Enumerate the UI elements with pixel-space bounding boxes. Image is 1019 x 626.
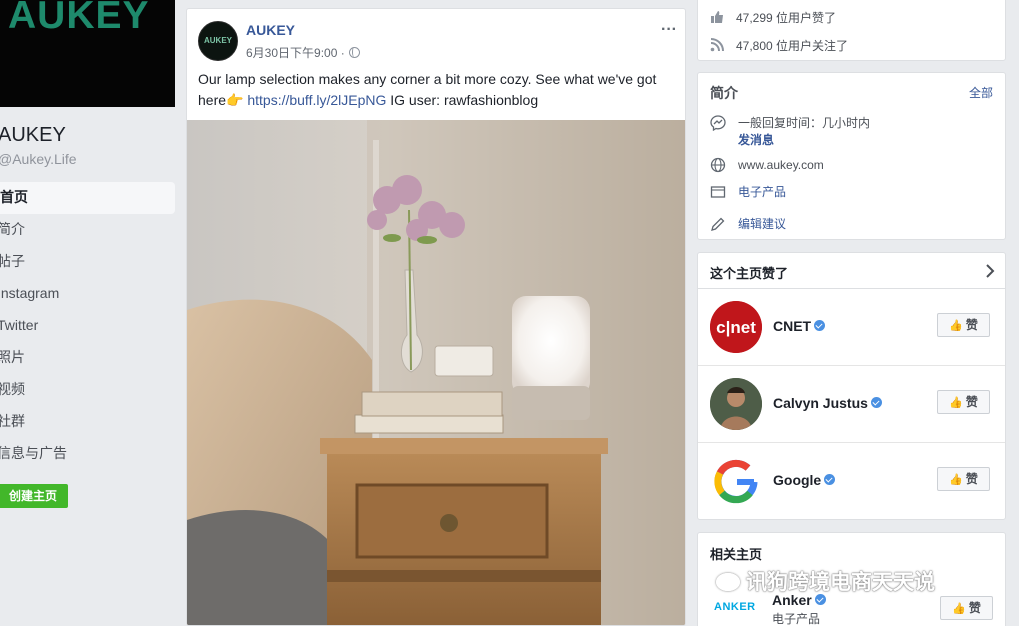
wechat-icon [716,573,740,591]
watermark: 讯狗跨境电商天天说 [716,566,935,596]
anker-logo[interactable]: ANKER [714,601,756,613]
category-link[interactable]: 电子产品 [738,184,786,200]
like-label: 赞 [968,601,981,615]
suggest-edits-link[interactable]: 编辑建议 [738,216,786,232]
liked-page-item[interactable]: c|net CNET 👍 赞 [698,289,1005,366]
globe-icon [348,47,360,58]
calvyn-avatar[interactable] [710,378,762,430]
globe-icon [710,157,726,173]
post-photo[interactable] [187,120,685,625]
send-message-link[interactable]: 发消息 [738,132,774,148]
post-author[interactable]: AUKEY [246,22,295,38]
category-icon [710,186,726,198]
liked-page-name[interactable]: Calvyn Justus [773,395,882,411]
create-page-button[interactable]: 创建主页 [0,484,68,508]
nav-item-instagram[interactable]: Instagram [0,278,175,310]
page-nav: 首页 简介 帖子 Instagram Twitter 照片 视频 社群 信息与广… [0,182,175,470]
cover-photo[interactable]: AUKEY [0,0,175,107]
liked-page-item[interactable]: Google 👍 赞 [698,443,1005,520]
post-link[interactable]: https://buff.ly/2lJEpNG [247,92,386,108]
nav-item-about[interactable]: 简介 [0,214,175,246]
svg-text:c|net: c|net [716,318,756,337]
nav-item-videos[interactable]: 视频 [0,374,175,406]
google-g-logo [714,459,758,504]
person-photo [710,378,762,430]
liked-pages-card: 这个主页赞了 c|net CNET 👍 赞 Calvyn Justus 👍 赞 Go… [697,252,1006,520]
related-pages-title: 相关主页 [710,547,763,562]
calvyn-name: Calvyn Justus [773,395,868,411]
post-card: AUKEY AUKEY 6月30日下午9:00 · ··· Our lamp s… [186,8,686,626]
post-time-text: 6月30日下午9:00 · [246,46,345,60]
avatar-logo-text: AUKEY [203,36,232,45]
left-column: AUKEY AUKEY @Aukey.Life 首页 简介 帖子 Instagr… [0,0,178,626]
about-title: 简介 [710,85,738,101]
related-page-category: 电子产品 [772,612,821,626]
nav-item-community[interactable]: 社群 [0,406,175,438]
see-all-link[interactable]: 全部 [969,84,993,101]
nav-item-posts[interactable]: 帖子 [0,246,175,278]
liked-page-item[interactable]: Calvyn Justus 👍 赞 [698,366,1005,443]
cover-logo: AUKEY [8,0,150,37]
likes-count-row[interactable]: 47,299 位用户赞了 [710,9,836,27]
cnet-name: CNET [773,318,812,334]
page-stats-card: 47,299 位用户赞了 47,800 位用户关注了 [697,0,1006,61]
cnet-logo[interactable]: c|net [710,301,762,353]
google-logo[interactable] [710,455,762,507]
like-button[interactable]: 👍 赞 [937,313,990,337]
about-card: 简介 全部 一般回复时间：几小时内 发消息 www.aukey.com 电子产品… [697,72,1006,240]
like-label: 赞 [965,318,978,332]
thumbs-up-icon: 👍 [949,320,963,332]
nav-item-home[interactable]: 首页 [0,182,175,214]
response-time-text: 一般回复时间：几小时内 [738,116,871,130]
page-handle[interactable]: @Aukey.Life [0,151,77,167]
website-link[interactable]: www.aukey.com [738,157,824,173]
verified-badge-icon [814,320,826,331]
likes-count: 47,299 位用户赞了 [736,11,837,25]
follows-count-row[interactable]: 47,800 位用户关注了 [710,37,848,55]
like-button[interactable]: 👍 赞 [940,596,993,620]
thumbs-up-icon [711,11,723,23]
like-button[interactable]: 👍 赞 [937,390,990,414]
post-text-tail: IG user: rawfashionblog [386,92,539,108]
nav-item-photos[interactable]: 照片 [0,342,175,374]
liked-page-name[interactable]: Google [773,472,836,488]
cnet-logo-art: c|net [710,301,762,353]
post-timestamp[interactable]: 6月30日下午9:00 · [246,44,360,61]
google-name: Google [773,472,822,488]
chevron-right-icon[interactable] [985,264,995,278]
watermark-text: 讯狗跨境电商天天说 [746,571,935,594]
follows-count: 47,800 位用户关注了 [736,39,849,53]
post-text: Our lamp selection makes any corner a bi… [198,69,676,111]
verified-badge-icon [824,474,836,485]
page-name[interactable]: AUKEY [0,124,66,147]
more-options-icon[interactable]: ··· [661,21,677,39]
thumbs-up-icon: 👍 [949,397,963,409]
verified-badge-icon [870,397,882,408]
pencil-icon [711,217,725,231]
liked-pages-header[interactable]: 这个主页赞了 [698,253,1005,289]
thumbs-up-icon: 👍 [952,603,966,615]
lamp-nightstand-photo [187,120,685,625]
like-label: 赞 [965,472,978,486]
like-button[interactable]: 👍 赞 [937,467,990,491]
nav-item-info-ads[interactable]: 信息与广告 [0,438,175,470]
messenger-icon [710,115,726,131]
liked-page-name[interactable]: CNET [773,318,826,334]
liked-pages-title: 这个主页赞了 [710,266,789,281]
like-label: 赞 [965,395,978,409]
nav-item-twitter[interactable]: Twitter [0,310,175,342]
thumbs-up-icon: 👍 [949,474,963,486]
post-avatar[interactable]: AUKEY [198,21,238,61]
rss-icon [710,38,724,52]
